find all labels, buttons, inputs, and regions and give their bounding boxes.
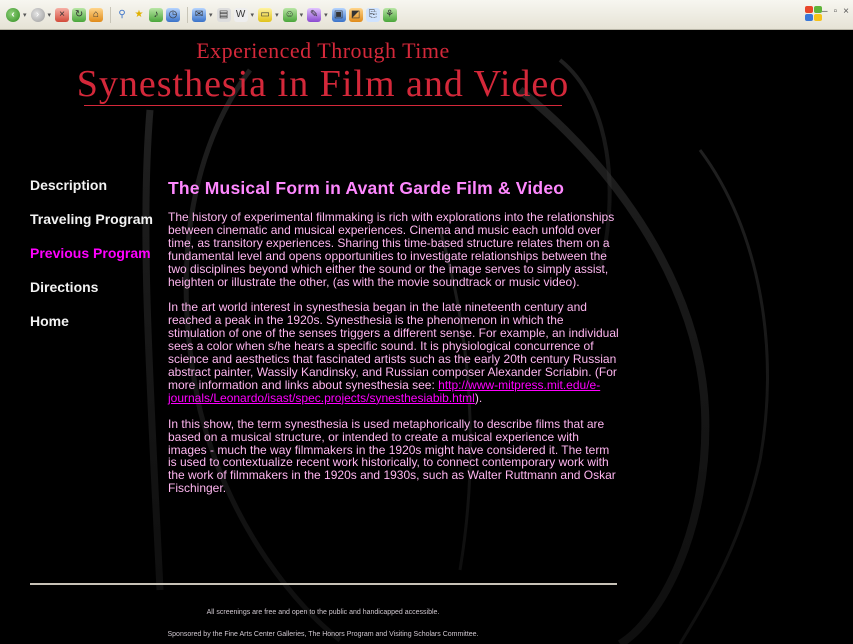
toolbar-separator [187,6,189,23]
search-icon[interactable]: ⚲ [115,8,129,22]
stop-icon[interactable]: × [55,7,70,22]
header-divider [84,105,562,106]
content-heading: The Musical Form in Avant Garde Film & V… [168,178,565,198]
messenger-dropdown[interactable]: ▾ [300,11,304,19]
page-title: Synesthesia in Film and Video [76,63,570,105]
nav-item-directions[interactable]: Directions [30,279,170,313]
footer-sponsors-note: Sponsored by the Fine Arts Center Galler… [167,631,479,638]
toolbar-separator [110,6,112,23]
edit-icon[interactable]: W [233,7,248,22]
favorites-icon[interactable]: ★ [132,8,146,22]
mail-dropdown[interactable]: ▾ [209,11,213,19]
paragraph-synesthesia: In the art world interest in synesthesia… [168,301,620,404]
close-icon[interactable]: × [843,6,849,17]
minimize-icon[interactable]: – [822,6,828,17]
forward-dropdown[interactable]: ▾ [48,11,52,19]
copy-icon[interactable]: ⎘ [365,7,380,22]
messenger-icon[interactable]: ☺ [282,7,297,22]
research-dropdown[interactable]: ▾ [324,11,328,19]
forward-icon[interactable]: › [30,7,45,22]
window-icon[interactable]: ▣ [331,7,346,22]
mail-icon[interactable]: ✉ [192,7,207,22]
folder-icon[interactable]: ◩ [348,7,363,22]
discuss-icon[interactable]: ▭ [258,7,273,22]
toolbar-extra-icon[interactable]: ⚘ [382,7,397,22]
side-navigation: Description Traveling Program Previous P… [30,177,170,347]
edit-dropdown[interactable]: ▾ [251,11,255,19]
nav-item-description[interactable]: Description [30,177,170,211]
browser-toolbar: ‹ ▾ › ▾ × ↻ ⌂ ⚲ ★ ♪ ◷ ✉ ▾ ▤ W ▾ ▭ ▾ ☺ ▾ … [0,0,853,30]
history-icon[interactable]: ◷ [166,7,181,22]
paragraph-show-description: In this show, the term synesthesia is us… [168,416,616,496]
footer-accessibility-note: All screenings are free and open to the … [206,609,440,616]
back-dropdown[interactable]: ▾ [23,11,27,19]
paragraph-synesthesia-end: ). [474,390,483,405]
footer-divider [30,583,617,585]
discuss-dropdown[interactable]: ▾ [275,11,279,19]
nav-item-traveling-program[interactable]: Traveling Program [30,211,170,245]
windows-logo-icon [805,6,823,22]
research-icon[interactable]: ✎ [307,7,322,22]
back-icon[interactable]: ‹ [6,7,20,22]
page-subtitle: Experienced Through Time [196,38,450,63]
media-icon[interactable]: ♪ [149,7,164,22]
main-content: The Musical Form in Avant Garde Film & V… [168,178,620,508]
nav-item-previous-program[interactable]: Previous Program [30,245,170,279]
restore-icon[interactable]: ▫ [834,6,838,17]
refresh-icon[interactable]: ↻ [72,7,87,22]
home-icon[interactable]: ⌂ [89,7,104,22]
nav-item-home[interactable]: Home [30,313,170,347]
paragraph-intro: The history of experimental filmmaking i… [168,210,615,289]
print-icon[interactable]: ▤ [216,7,231,22]
